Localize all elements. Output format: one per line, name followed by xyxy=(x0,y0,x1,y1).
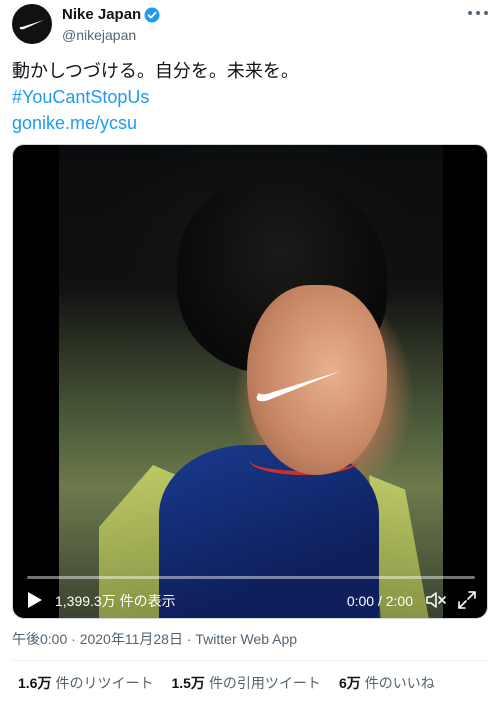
likes-label: 件のいいね xyxy=(364,675,435,691)
retweets-stat[interactable]: 1.6万 件のリツイート xyxy=(18,674,153,692)
video-controls: 1,399.3万 件の表示 0:00 / 2:00 xyxy=(13,585,487,615)
view-count: 1,399.3万 件の表示 xyxy=(55,593,176,609)
handle[interactable]: @nikejapan xyxy=(62,25,160,45)
video-frame xyxy=(59,145,443,618)
progress-bar[interactable] xyxy=(27,576,475,579)
tweet-text-line: 動かしつづける。自分を。未来を。 xyxy=(12,61,299,81)
tweet-text: 動かしつづける。自分を。未来を。 #YouCantStopUs gonike.m… xyxy=(12,58,488,136)
fullscreen-icon[interactable] xyxy=(457,590,477,610)
video-time: 0:00 / 2:00 xyxy=(346,593,413,609)
quote-tweets-stat[interactable]: 1.5万 件の引用ツイート xyxy=(171,674,320,692)
tweet-stats: 1.6万 件のリツイート 1.5万 件の引用ツイート 6万 件のいいね xyxy=(18,674,435,692)
verified-badge-icon xyxy=(144,7,160,22)
tweet-header: Nike Japan @nikejapan xyxy=(12,4,488,48)
url-link[interactable]: gonike.me/ycsu xyxy=(12,110,488,136)
nike-swoosh-icon xyxy=(19,20,44,30)
hashtag-link[interactable]: #YouCantStopUs xyxy=(12,84,488,110)
more-options-icon[interactable] xyxy=(468,6,488,20)
nike-swoosh-overlay-icon xyxy=(256,371,341,402)
avatar[interactable] xyxy=(12,4,52,44)
play-icon[interactable] xyxy=(27,591,43,609)
display-name-text[interactable]: Nike Japan xyxy=(62,5,141,24)
quotes-label: 件の引用ツイート xyxy=(208,675,321,691)
likes-stat[interactable]: 6万 件のいいね xyxy=(339,674,435,692)
muted-speaker-icon[interactable] xyxy=(425,591,447,609)
name-block: Nike Japan @nikejapan xyxy=(62,5,160,45)
tweet-timestamp[interactable]: 午後0:00 · 2020年11月28日 · Twitter Web App xyxy=(12,630,297,648)
retweets-label: 件のリツイート xyxy=(55,675,154,691)
likes-count: 6万 xyxy=(338,675,361,691)
display-name[interactable]: Nike Japan xyxy=(62,5,160,24)
retweets-count: 1.6万 xyxy=(18,675,52,691)
divider xyxy=(12,660,488,661)
quotes-count: 1.5万 xyxy=(171,675,205,691)
video-player[interactable]: 1,399.3万 件の表示 0:00 / 2:00 xyxy=(12,144,488,619)
